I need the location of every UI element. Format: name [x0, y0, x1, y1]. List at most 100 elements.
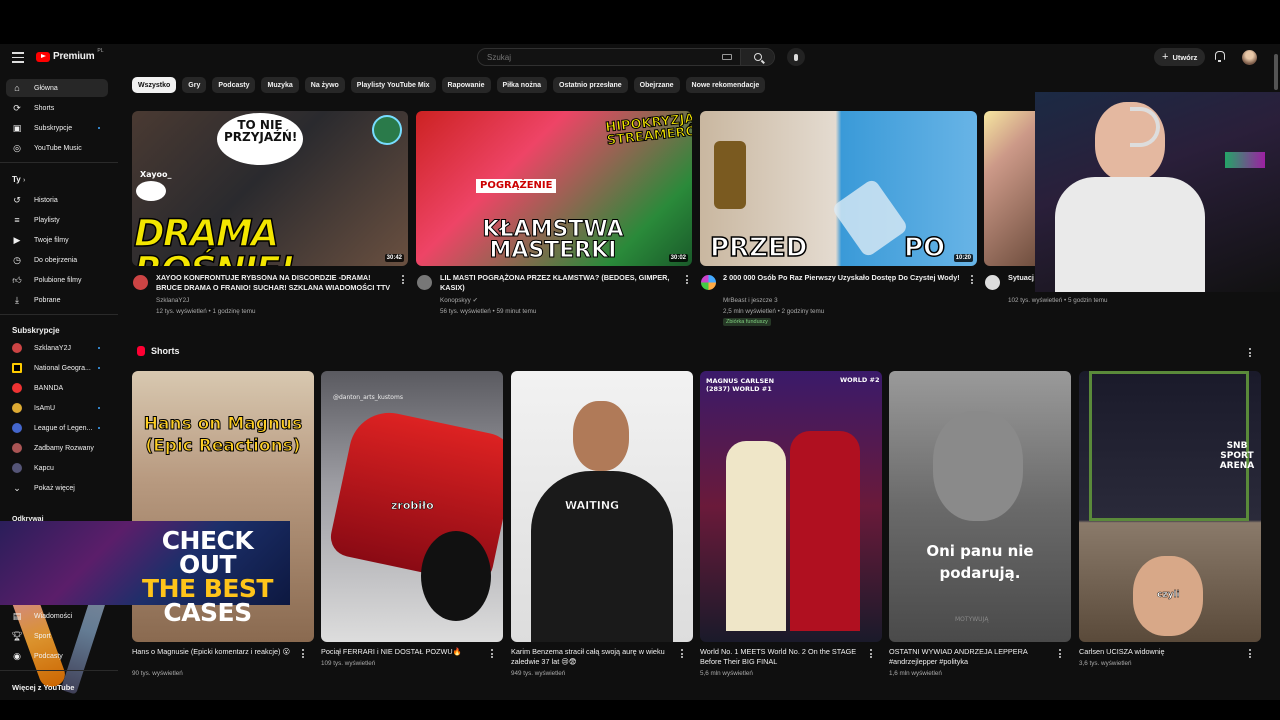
video-title[interactable]: XAYOO KONFRONTUJE RYBSONA NA DISCORDZIE … [156, 273, 396, 293]
video-title[interactable]: LIL MASTI POGRĄŻONA PRZEZ KŁAMSTWA? (BED… [440, 273, 680, 293]
more-actions-icon[interactable] [1059, 649, 1061, 658]
video-thumbnail[interactable]: PRZED PO 10:20 [700, 111, 977, 266]
sidebar-item-label: League of Legen... [34, 424, 93, 432]
more-actions-icon[interactable] [971, 275, 973, 284]
chip-football[interactable]: Piłka nożna [496, 77, 548, 93]
video-channel[interactable]: MrBeast i jeszcze 3 [723, 296, 778, 306]
more-actions-icon[interactable] [402, 275, 404, 284]
logo-region: PL [97, 47, 104, 54]
more-actions-icon[interactable] [870, 649, 872, 658]
sidebar-item-playlists[interactable]: ≡ Playlisty [6, 211, 108, 229]
video-channel[interactable]: SzklanaY2J [156, 296, 189, 306]
sidebar-item-label: BANNDA [34, 384, 64, 392]
channel-avatar[interactable] [985, 275, 1000, 290]
sidebar-item-sport[interactable]: 🏆︎ Sport [6, 627, 108, 645]
video-duration: 10:20 [953, 254, 973, 262]
sidebar-item-podcasts[interactable]: ◉ Podcasty [6, 647, 108, 665]
short-title[interactable]: Pociął FERRARI i NIE DOSTAŁ POZWU🔥 [321, 647, 486, 657]
short-thumbnail[interactable]: @danton_arts_kustoms zrobiło [321, 371, 503, 642]
video-duration: 30:02 [668, 254, 688, 262]
sidebar-item-downloads[interactable]: ⤓ Pobrane [6, 291, 108, 309]
sidebar-item-label: Playlisty [34, 216, 60, 224]
youtube-app: Premium PL +Utwórz ⌂ Główna ⟳ Shorts ▣ S… [0, 44, 1280, 700]
chip-podcasts[interactable]: Podcasty [212, 77, 256, 93]
sidebar-item-watch-later[interactable]: ◷ Do obejrzenia [6, 251, 108, 269]
search-button[interactable] [740, 49, 774, 65]
sidebar-item-subscriptions[interactable]: ▣ Subskrypcje [6, 119, 108, 137]
more-from-youtube-heading: Więcej z YouTube [12, 683, 75, 692]
more-actions-icon[interactable] [681, 649, 683, 658]
sidebar-item-history[interactable]: ↺ Historia [6, 191, 108, 209]
divider [0, 314, 118, 315]
chip-rap[interactable]: Rapowanie [441, 77, 491, 93]
sidebar-item-home[interactable]: ⌂ Główna [6, 79, 108, 97]
streamer-webcam-overlay [1035, 92, 1280, 292]
channel-avatar[interactable] [133, 275, 148, 290]
chip-new-to-you[interactable]: Nowe rekomendacje [685, 77, 766, 93]
arena-label: SNB SPORT ARENA [1219, 441, 1255, 471]
you-heading[interactable]: Ty › [12, 175, 25, 184]
sidebar-sub-zadbamy[interactable]: Zadbamy Rozwany [6, 439, 108, 457]
your-videos-icon: ▶ [13, 234, 21, 245]
more-actions-icon[interactable] [302, 649, 304, 658]
subscriptions-heading: Subskrypcje [12, 326, 60, 335]
car-wheel [421, 531, 491, 621]
chip-live[interactable]: Na żywo [304, 77, 345, 93]
youtube-premium-logo[interactable]: Premium PL [36, 47, 104, 62]
video-title[interactable]: 2 000 000 Osób Po Raz Pierwszy Uzyskało … [723, 273, 963, 283]
sidebar-item-label: Subskrypcje [34, 124, 73, 132]
sidebar-sub-league-of-legends[interactable]: League of Legen... [6, 419, 108, 437]
video-title[interactable]: Sytuacj [1008, 273, 1036, 283]
hamburger-menu-icon[interactable] [12, 52, 24, 63]
more-actions-icon[interactable] [1249, 649, 1251, 658]
channel-avatar[interactable] [417, 275, 432, 290]
short-caption: zrobiło [391, 499, 434, 512]
short-title[interactable]: Karim Benzema stracił całą swoją aurę w … [511, 647, 676, 667]
download-icon: ⤓ [15, 294, 19, 305]
channel-avatar [12, 403, 22, 413]
sidebar-item-youtube-music[interactable]: ◎ YouTube Music [6, 139, 108, 157]
chip-music[interactable]: Muzyka [261, 77, 299, 93]
sidebar-sub-isamu[interactable]: IsAmU [6, 399, 108, 417]
chip-mix[interactable]: Playlisty YouTube Mix [350, 77, 436, 93]
account-avatar[interactable] [1242, 50, 1257, 65]
video-thumbnail[interactable]: TO NIE PRZYJAŹŃ! Xayoo_ DRAMA ROŚNIE! 30… [132, 111, 408, 266]
sidebar-sub-bannda[interactable]: BANNDA [6, 379, 108, 397]
more-actions-icon[interactable] [491, 649, 493, 658]
notifications-bell-icon[interactable] [1214, 51, 1225, 62]
short-title[interactable]: World No. 1 MEETS World No. 2 On the STA… [700, 647, 865, 667]
sidebar-show-more[interactable]: ⌄ Pokaż więcej [6, 479, 108, 497]
short-thumbnail[interactable]: Oni panu nie podarują. MOTYWUJĄ [889, 371, 1071, 642]
sidebar-sub-kapcu[interactable]: Kapcu [6, 459, 108, 477]
create-button[interactable]: + Utwórz [1154, 48, 1206, 66]
video-thumbnail[interactable]: HIPOKRYZJA STREAMERÓW? POGRĄŻENIE KŁAMST… [416, 111, 692, 266]
short-thumbnail[interactable]: WAITING [511, 371, 693, 642]
chip-all[interactable]: Wszystko [132, 77, 177, 93]
sidebar-item-label: Podcasty [34, 652, 63, 660]
sidebar-item-label: Wiadomości [34, 612, 73, 620]
search-input[interactable] [478, 52, 722, 62]
chip-games[interactable]: Gry [182, 77, 207, 93]
more-actions-icon[interactable] [686, 275, 688, 284]
short-title[interactable]: OSTATNI WYWIAD ANDRZEJA LEPPERA #andrzej… [889, 647, 1054, 667]
sidebar-item-news[interactable]: ▤ Wiadomości [6, 607, 108, 625]
video-channel[interactable]: Konopskyy ✔ [440, 296, 478, 306]
sidebar-item-liked[interactable]: 👍︎ Polubione filmy [6, 271, 108, 289]
chip-watched[interactable]: Obejrzane [633, 77, 680, 93]
shelf-more-actions-icon[interactable] [1249, 348, 1251, 357]
thumbnail-top-text: HIPOKRYZJA STREAMERÓW? [604, 111, 692, 149]
short-title[interactable]: Hans o Magnusie (Epicki komentarz i reak… [132, 647, 297, 657]
sidebar-item-shorts[interactable]: ⟳ Shorts [6, 99, 108, 117]
chip-recently-uploaded[interactable]: Ostatnio przesłane [553, 77, 628, 93]
voice-search-button[interactable] [787, 48, 805, 66]
short-title[interactable]: Carlsen UCISZA widownię [1079, 647, 1244, 657]
sidebar-sub-national-geographic[interactable]: National Geogra... [6, 359, 108, 377]
short-thumbnail[interactable]: MAGNUS CARLSEN (2837) WORLD #1 WORLD #2 [700, 371, 882, 642]
sidebar-item-your-videos[interactable]: ▶ Twoje filmy [6, 231, 108, 249]
page-scrollbar[interactable] [1274, 54, 1278, 90]
overlay-line: CASES [163, 598, 252, 627]
keyboard-icon[interactable] [722, 54, 732, 60]
short-thumbnail[interactable]: SNB SPORT ARENA czyli [1079, 371, 1261, 642]
channel-avatar[interactable] [701, 275, 716, 290]
sidebar-sub-szklanay2j[interactable]: SzklanaY2J [6, 339, 108, 357]
